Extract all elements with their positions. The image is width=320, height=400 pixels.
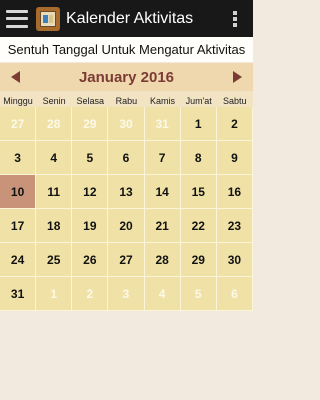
- calendar-day-cell[interactable]: 8: [180, 141, 217, 175]
- calendar-day-cell[interactable]: 24: [0, 243, 37, 277]
- calendar-day-cell[interactable]: 29: [72, 107, 109, 141]
- calendar-day-cell[interactable]: 3: [108, 277, 145, 311]
- calendar-day-cell[interactable]: 4: [36, 141, 73, 175]
- calendar-day-cell[interactable]: 22: [180, 209, 217, 243]
- calendar-day-cell[interactable]: 30: [216, 243, 253, 277]
- calendar-day-cell[interactable]: 7: [144, 141, 181, 175]
- calendar-day-cell[interactable]: 5: [72, 141, 109, 175]
- month-navigation: January 2016: [0, 63, 253, 91]
- calendar-day-cell[interactable]: 17: [0, 209, 37, 243]
- calendar-day-cell[interactable]: 21: [144, 209, 181, 243]
- calendar-day-cell[interactable]: 29: [180, 243, 217, 277]
- calendar-day-cell[interactable]: 6: [216, 277, 253, 311]
- calendar-day-cell[interactable]: 2: [72, 277, 109, 311]
- calendar-day-cell[interactable]: 12: [72, 175, 109, 209]
- calendar-app-icon: [36, 6, 60, 31]
- calendar-day-cell[interactable]: 9: [216, 141, 253, 175]
- calendar-day-cell[interactable]: 15: [180, 175, 217, 209]
- calendar-day-cell[interactable]: 3: [0, 141, 37, 175]
- calendar-day-cell[interactable]: 18: [36, 209, 73, 243]
- calendar-day-cell[interactable]: 31: [0, 277, 37, 311]
- calendar-day-cell[interactable]: 19: [72, 209, 109, 243]
- calendar-day-cell[interactable]: 26: [72, 243, 109, 277]
- calendar-grid: 27 28 29 30 31 1 2 3 4 5 6 7 8 9 10 11 12 13 14 15 16 17 18 19 2…: [0, 107, 253, 311]
- calendar-day-cell[interactable]: 14: [144, 175, 181, 209]
- previous-month-arrow-icon[interactable]: [11, 71, 20, 83]
- calendar-day-cell[interactable]: 23: [216, 209, 253, 243]
- calendar-day-cell[interactable]: 10: [0, 175, 37, 209]
- calendar-day-cell[interactable]: 1: [180, 107, 217, 141]
- calendar-day-cell[interactable]: 28: [36, 107, 73, 141]
- calendar-day-cell[interactable]: 1: [36, 277, 73, 311]
- calendar-day-cell[interactable]: 27: [108, 243, 145, 277]
- calendar-day-cell[interactable]: 6: [108, 141, 145, 175]
- hamburger-menu-icon[interactable]: [6, 9, 28, 28]
- calendar-day-cell[interactable]: 31: [144, 107, 181, 141]
- calendar-day-cell[interactable]: 5: [180, 277, 217, 311]
- calendar-day-cell[interactable]: 13: [108, 175, 145, 209]
- calendar-day-cell[interactable]: 27: [0, 107, 37, 141]
- calendar-day-cell[interactable]: 11: [36, 175, 73, 209]
- calendar-day-cell[interactable]: 4: [144, 277, 181, 311]
- calendar-day-cell[interactable]: 28: [144, 243, 181, 277]
- calendar-day-cell[interactable]: 20: [108, 209, 145, 243]
- instruction-text: Sentuh Tanggal Untuk Mengatur Aktivitas: [0, 37, 253, 62]
- month-label: January 2016: [78, 68, 175, 86]
- next-month-arrow-icon[interactable]: [232, 71, 242, 83]
- calendar-day-cell[interactable]: 16: [216, 175, 253, 209]
- app-title: Kalender Aktivitas: [66, 9, 194, 27]
- app-bar: Kalender Aktivitas: [0, 0, 253, 37]
- calendar-day-cell[interactable]: 2: [216, 107, 253, 141]
- calendar-day-cell[interactable]: 30: [108, 107, 145, 141]
- calendar-day-cell[interactable]: 25: [36, 243, 73, 277]
- overflow-menu-icon[interactable]: [233, 10, 237, 27]
